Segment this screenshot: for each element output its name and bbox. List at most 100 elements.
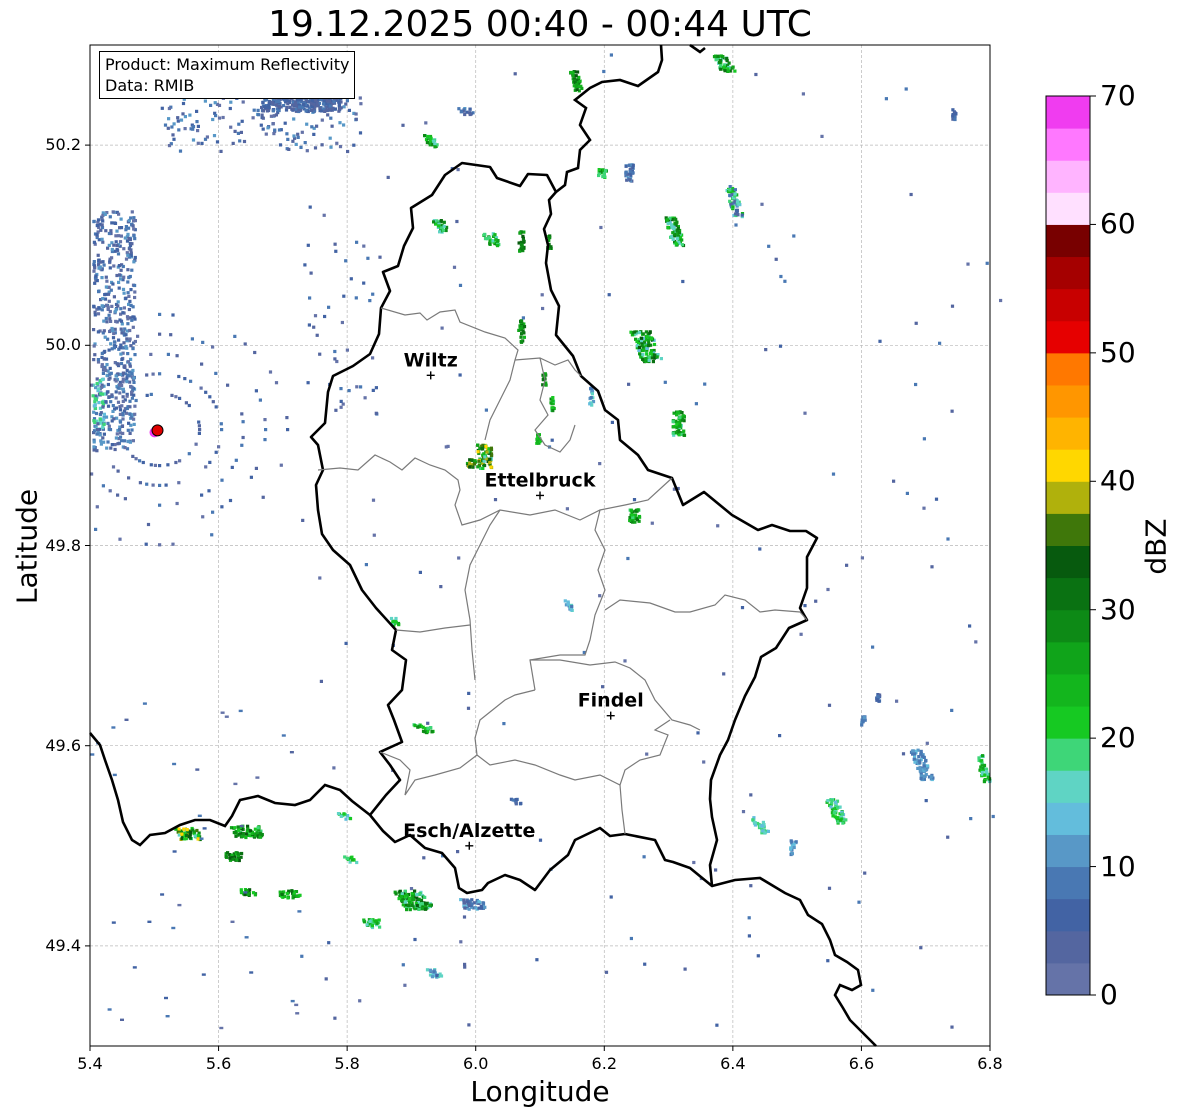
echo-pixel (295, 894, 299, 898)
echo-pixel (764, 348, 768, 352)
echo-pixel (126, 360, 130, 364)
echo-pixel (922, 764, 926, 768)
echo-pixel (105, 363, 109, 367)
echo-pixel (731, 65, 735, 69)
echo-pixel (220, 428, 224, 432)
echo-pixel (240, 412, 244, 416)
echo-pixel (95, 432, 99, 436)
echo-pixel (334, 249, 338, 253)
echo-pixel (108, 317, 112, 321)
echo-pixel (121, 264, 125, 269)
echo-pixel (320, 143, 324, 147)
echo-pixel (116, 469, 120, 473)
echo-pixel (394, 616, 398, 621)
echo-pixel (951, 114, 955, 118)
echo-pixel (121, 417, 125, 421)
echo-pixel (208, 395, 212, 399)
echo-pixel (251, 891, 256, 895)
echo-pixel (628, 518, 632, 523)
echo-pixel (629, 509, 633, 513)
echo-pixel (833, 800, 838, 804)
echo-pixel (219, 1026, 224, 1030)
echo-pixel (99, 392, 103, 396)
echo-pixel (371, 292, 375, 296)
echo-pixel (365, 923, 369, 927)
echo-pixel (296, 132, 300, 136)
echo-pixel (624, 171, 628, 175)
echo-pixel (827, 886, 832, 890)
echo-pixel (101, 297, 105, 301)
echo-pixel (373, 919, 377, 923)
echo-pixel (347, 108, 351, 112)
echo-pixel (371, 356, 375, 360)
echo-pixel (130, 428, 134, 432)
colorbar-segment (1046, 545, 1090, 579)
echo-pixel (97, 401, 101, 405)
echo-pixel (831, 472, 836, 476)
echo-pixel (120, 331, 124, 335)
echo-pixel (774, 257, 778, 261)
echo-pixel (488, 457, 492, 461)
echo-pixel (792, 845, 796, 850)
echo-pixel (228, 106, 232, 111)
echo-pixel (335, 141, 339, 145)
colorbar-tick-label: 40 (1100, 464, 1136, 498)
echo-pixel (197, 814, 202, 817)
echo-pixel (133, 404, 137, 408)
echo-pixel (234, 458, 238, 462)
echo-pixel (167, 106, 171, 111)
echo-pixel (734, 223, 738, 227)
echo-pixel (281, 734, 286, 737)
echo-pixel (640, 336, 644, 340)
echo-pixel (219, 422, 223, 426)
echo-pixel (149, 352, 153, 356)
colorbar-segment (1046, 770, 1090, 803)
echo-pixel (799, 632, 803, 636)
echo-pixel (362, 244, 366, 248)
echo-pixel (675, 242, 679, 246)
echo-pixel (680, 243, 684, 247)
echo-pixel (105, 303, 109, 307)
echo-pixel (342, 123, 346, 127)
echo-pixel (485, 450, 489, 454)
echo-pixel (904, 87, 908, 91)
echo-pixel (133, 412, 137, 416)
echo-pixel (455, 219, 459, 224)
echo-pixel (641, 353, 645, 357)
echo-pixel (116, 304, 120, 308)
echo-pixel (285, 416, 289, 420)
info-box: Product: Maximum Reflectivity Data: RMIB (99, 51, 356, 99)
colorbar-segment (1046, 930, 1090, 964)
echo-pixel (118, 273, 122, 277)
echo-pixel (415, 892, 419, 897)
colorbar-segment (1046, 706, 1090, 739)
echo-pixel (749, 884, 753, 888)
echo-pixel (336, 812, 341, 816)
echo-pixel (117, 286, 121, 290)
echo-pixel (946, 835, 950, 839)
echo-pixel (650, 336, 654, 341)
echo-pixel (189, 379, 193, 383)
echo-pixel (723, 69, 727, 73)
echo-pixel (193, 834, 197, 838)
echo-pixel (118, 537, 122, 541)
echo-pixel (104, 415, 109, 419)
echo-pixel (117, 280, 121, 284)
echo-pixel (333, 107, 337, 111)
echo-pixel (835, 816, 839, 820)
echo-pixel (244, 835, 248, 840)
echo-pixel (519, 340, 524, 344)
echo-pixel (938, 341, 942, 345)
echo-pixel (671, 237, 675, 241)
echo-pixel (274, 113, 278, 117)
echo-pixel (196, 837, 200, 841)
colorbar-tick-label: 10 (1100, 849, 1136, 883)
echo-pixel (522, 325, 527, 329)
echo-pixel (183, 837, 187, 841)
echo-pixel (362, 281, 366, 285)
echo-pixel (233, 129, 237, 133)
echo-pixel (649, 351, 653, 355)
colorbar-segment (1046, 898, 1090, 932)
echo-pixel (230, 920, 235, 923)
echo-pixel (912, 757, 916, 761)
